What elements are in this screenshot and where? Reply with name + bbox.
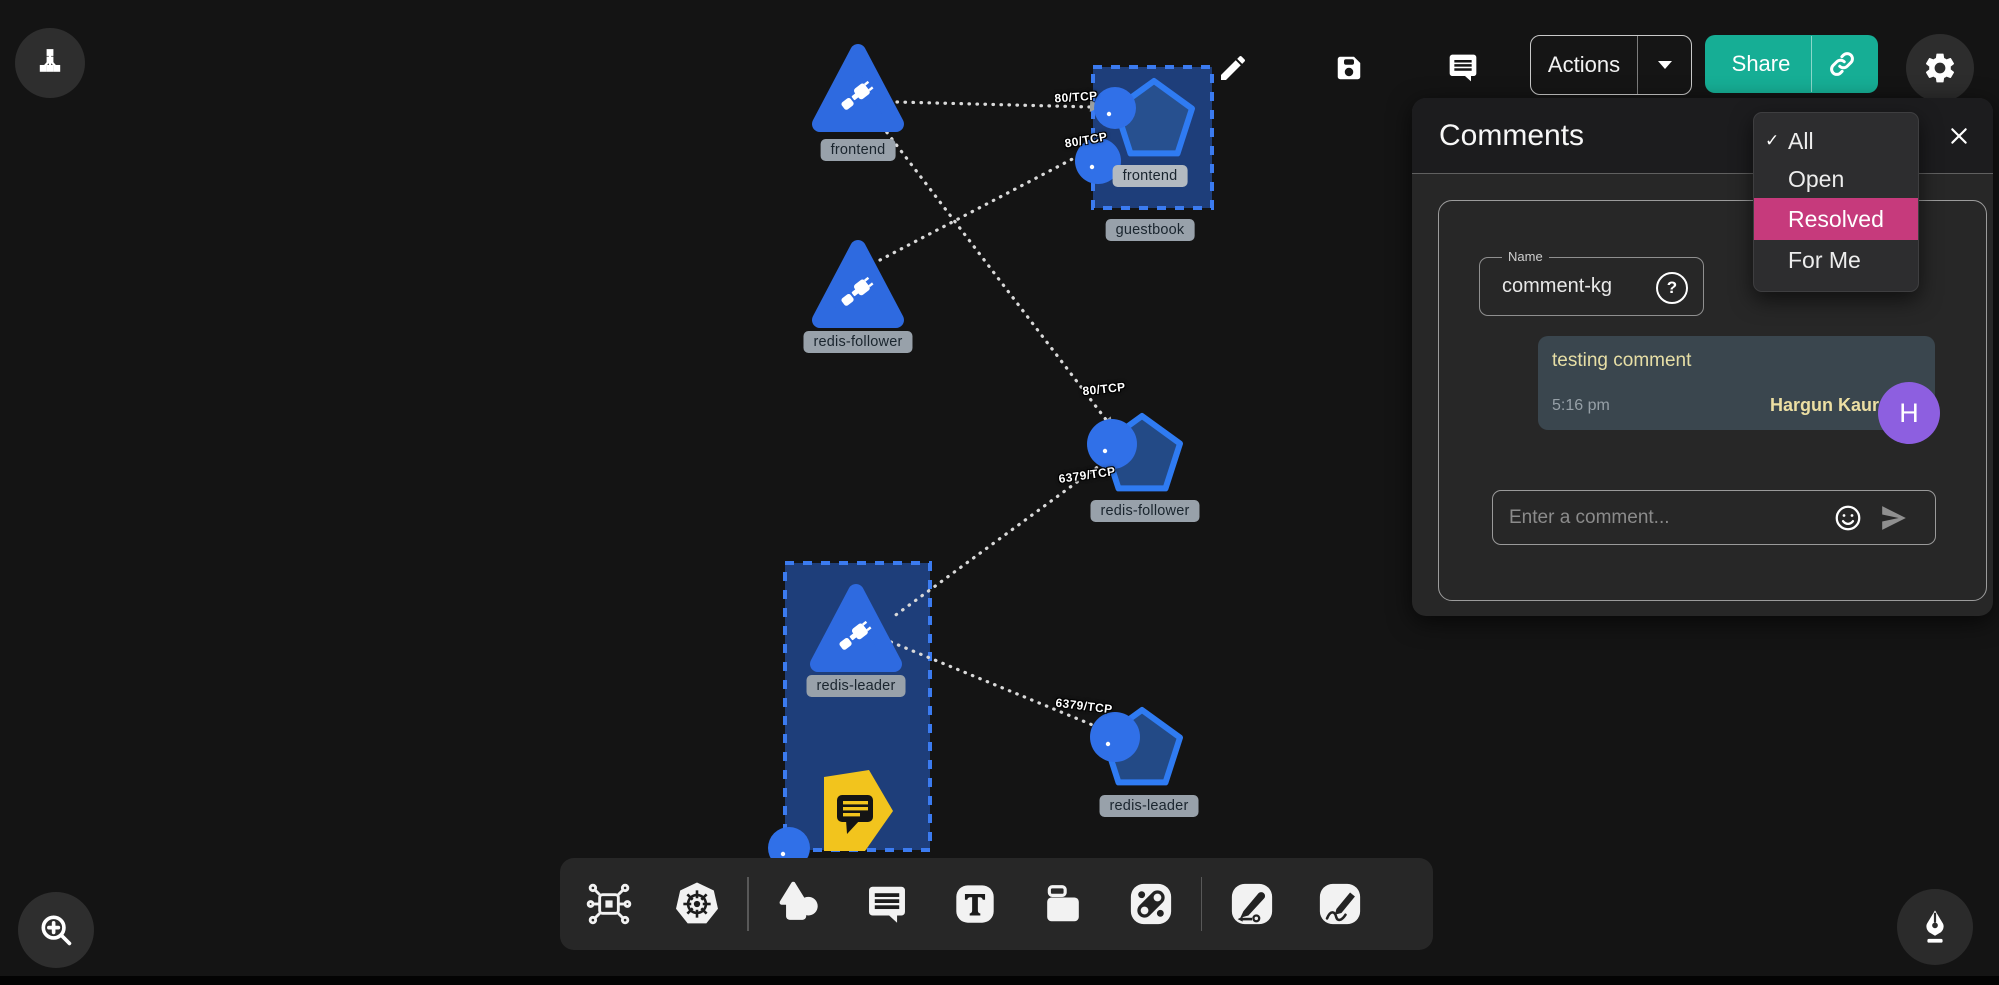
filter-option-label: Open [1788, 166, 1844, 193]
text-tool-button[interactable] [950, 879, 1000, 929]
comments-panel-title: Comments [1439, 119, 1584, 153]
connector-tool-button[interactable] [1126, 879, 1176, 929]
node-service-redis-follower[interactable] [820, 248, 896, 320]
pen-nib-icon [1916, 908, 1954, 946]
gear-icon [1922, 50, 1958, 86]
pen-tool-button[interactable] [1227, 879, 1277, 929]
edge-redis-follower-guestbook [880, 155, 1080, 260]
share-label: Share [1711, 51, 1811, 77]
save-icon [1334, 53, 1364, 83]
circuit-icon [586, 881, 632, 927]
emoji-button[interactable] [1833, 503, 1863, 533]
zoom-in-icon [37, 911, 75, 949]
node-label: redis-leader [1100, 795, 1199, 817]
kubernetes-tool-button[interactable] [672, 879, 722, 929]
pencil-icon [1217, 52, 1249, 84]
comment-author: Hargun Kaur [1770, 395, 1879, 416]
zoom-in-button[interactable] [18, 892, 94, 968]
avatar: H [1878, 382, 1940, 444]
toolbar-divider [1201, 877, 1203, 931]
filter-option-label: Resolved [1788, 206, 1884, 233]
help-icon[interactable]: ? [1656, 272, 1688, 304]
settings-button[interactable] [1906, 34, 1974, 102]
comment-input[interactable]: Enter a comment... [1509, 491, 1670, 544]
filter-option-all[interactable]: ✓ All [1754, 122, 1918, 160]
topology-logo-icon [33, 46, 67, 80]
connector-icon [1128, 881, 1174, 927]
comment-name-input[interactable]: comment-kg [1502, 258, 1612, 315]
comments-filter-menu: ✓ All Open Resolved For Me [1753, 112, 1919, 292]
edge-label: 80/TCP [1054, 89, 1098, 106]
comments-toggle-button[interactable] [1440, 45, 1486, 91]
edit-button[interactable] [1210, 45, 1256, 91]
comment-item: testing comment 5:16 pm Hargun Kaur [1538, 336, 1935, 430]
close-icon [1949, 124, 1969, 148]
filter-option-for-me[interactable]: For Me [1754, 240, 1918, 280]
shapes-tool-button[interactable] [774, 879, 824, 929]
filter-option-label: All [1788, 128, 1814, 155]
node-label: frontend [1113, 165, 1188, 187]
link-icon[interactable] [1812, 49, 1872, 79]
actions-label: Actions [1531, 52, 1637, 78]
pencil-tool-icon [1317, 881, 1363, 927]
frame-icon [1040, 881, 1086, 927]
filter-option-label: For Me [1788, 247, 1861, 274]
comment-icon [1447, 52, 1479, 84]
pen-mode-button[interactable] [1897, 889, 1973, 965]
node-service-frontend[interactable] [820, 52, 896, 124]
comment-timestamp: 5:16 pm [1552, 397, 1610, 415]
node-label: redis-leader [807, 675, 906, 697]
send-button[interactable] [1879, 504, 1909, 532]
bottom-toolbar [560, 858, 1433, 950]
pen-tool-icon [1229, 881, 1275, 927]
close-button[interactable] [1943, 120, 1975, 152]
circuit-tool-button[interactable] [584, 879, 634, 929]
app-window: frontend redis-follower redis-leader fro… [0, 0, 1999, 985]
kubernetes-icon [674, 881, 720, 927]
comment-tool-icon [864, 881, 910, 927]
filter-option-open[interactable]: Open [1754, 160, 1918, 198]
comment-composer[interactable]: Enter a comment... [1492, 490, 1936, 545]
shapes-icon [776, 881, 822, 927]
node-label: redis-follower [803, 331, 912, 353]
group-label: guestbook [1106, 219, 1195, 241]
toolbar-divider [747, 877, 749, 931]
topology-logo-button[interactable] [15, 28, 85, 98]
text-tool-icon [952, 881, 998, 927]
node-label: redis-follower [1090, 500, 1199, 522]
comment-tool-button[interactable] [862, 879, 912, 929]
comment-name-field[interactable]: Name comment-kg ? [1479, 257, 1704, 316]
caret-down-icon[interactable] [1638, 60, 1691, 70]
node-label: frontend [821, 139, 896, 161]
node-deployment-redis-leader[interactable] [1090, 710, 1180, 782]
window-edge [0, 976, 1999, 985]
send-icon [1879, 505, 1909, 531]
edge-frontend-redis-follower [882, 126, 1107, 421]
check-icon: ✓ [1765, 131, 1779, 151]
pencil-tool-button[interactable] [1315, 879, 1365, 929]
comment-text: testing comment [1552, 350, 1691, 372]
frame-tool-button[interactable] [1038, 879, 1088, 929]
actions-button[interactable]: Actions [1530, 35, 1692, 95]
emoji-icon [1833, 503, 1863, 533]
share-button[interactable]: Share [1705, 35, 1878, 93]
filter-option-resolved[interactable]: Resolved [1754, 198, 1918, 240]
save-button[interactable] [1326, 45, 1372, 91]
